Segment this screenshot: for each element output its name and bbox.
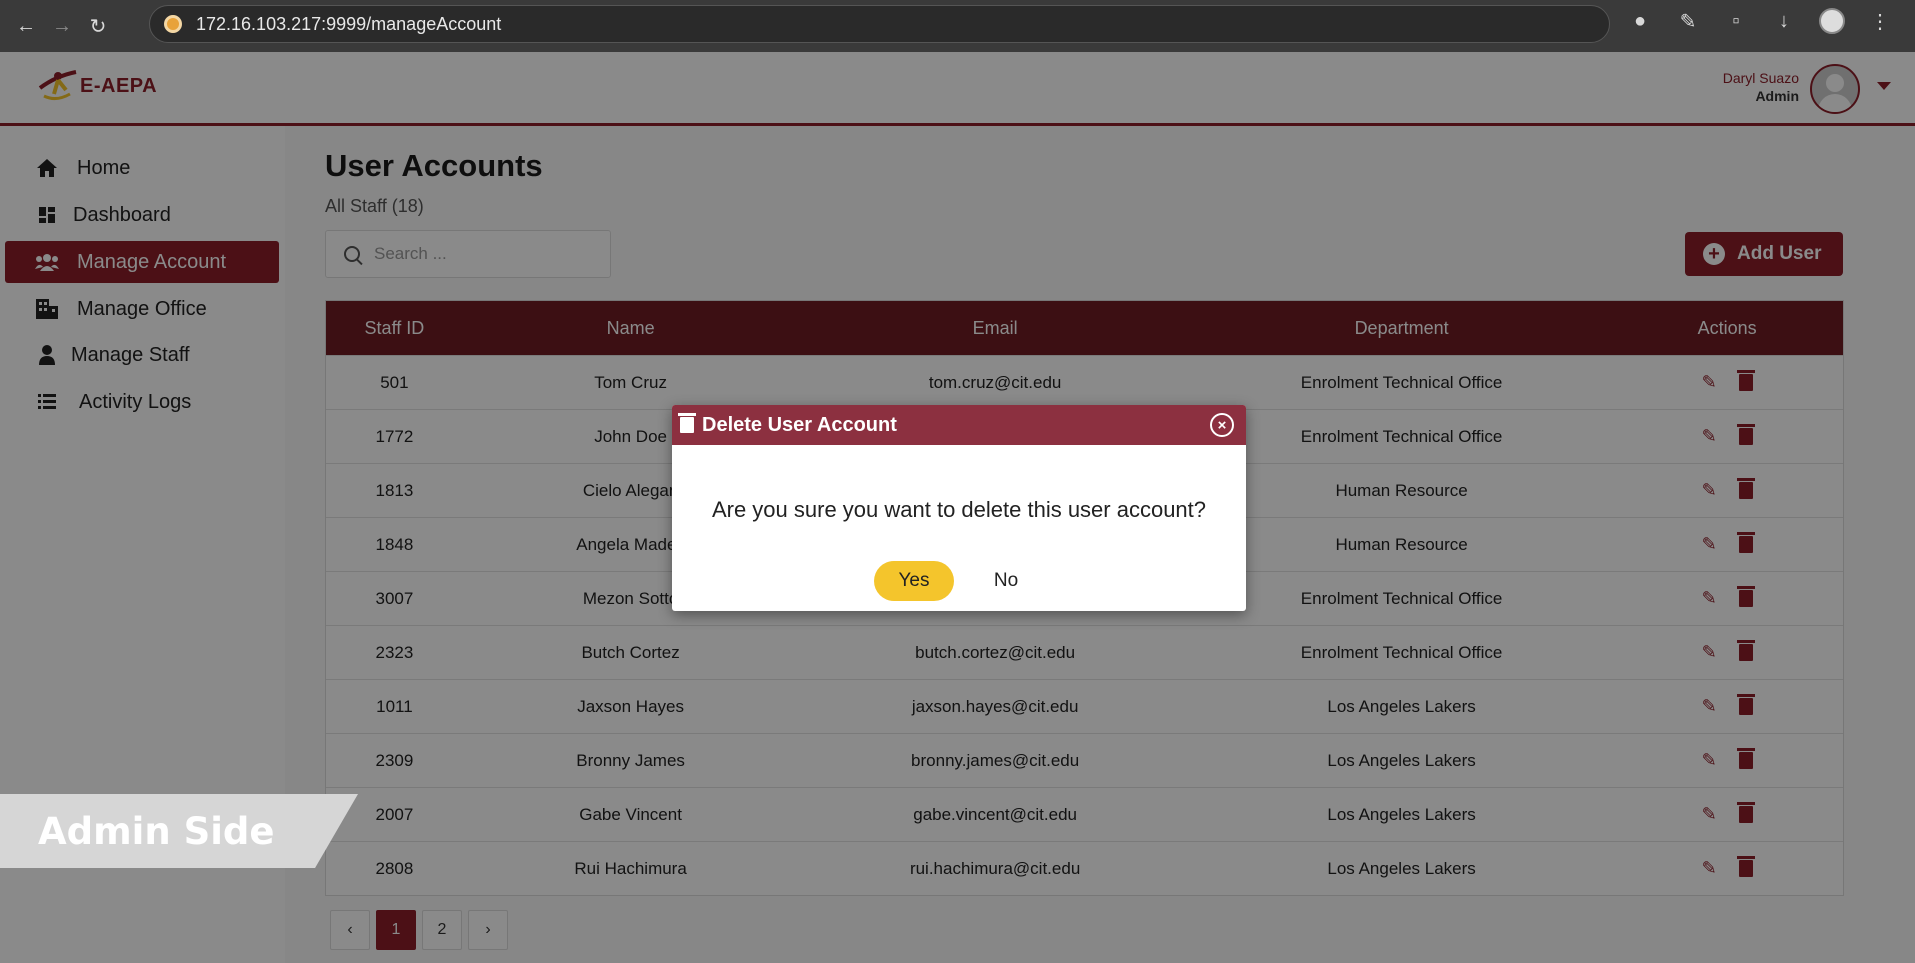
forward-arrow-icon[interactable]: → bbox=[44, 8, 80, 44]
admin-side-banner: Admin Side bbox=[0, 794, 358, 868]
address-bar[interactable]: 172.16.103.217:9999/manageAccount bbox=[149, 5, 1610, 43]
extension-dot-icon[interactable]: ● bbox=[1627, 8, 1653, 34]
dialog-title: Delete User Account bbox=[702, 413, 897, 436]
yes-button[interactable]: Yes bbox=[874, 561, 954, 601]
url-text: 172.16.103.217:9999/manageAccount bbox=[196, 13, 502, 34]
trash-icon bbox=[678, 413, 696, 433]
download-icon[interactable]: ↓ bbox=[1771, 8, 1797, 34]
reload-icon[interactable]: ↻ bbox=[80, 8, 116, 44]
browser-toolbar: ← → ↻ 172.16.103.217:9999/manageAccount … bbox=[0, 0, 1915, 52]
profile-avatar-icon[interactable] bbox=[1819, 8, 1845, 34]
puzzle-extensions-icon[interactable]: ▫ bbox=[1723, 8, 1749, 34]
back-arrow-icon[interactable]: ← bbox=[8, 8, 44, 44]
menu-kebab-icon[interactable]: ⋮ bbox=[1867, 8, 1893, 34]
eyedropper-icon[interactable]: ✎ bbox=[1675, 8, 1701, 34]
dialog-header: Delete User Account × bbox=[672, 405, 1246, 445]
delete-user-dialog: Delete User Account × Are you sure you w… bbox=[672, 405, 1246, 611]
dialog-message: Are you sure you want to delete this use… bbox=[711, 497, 1207, 522]
banner-text: Admin Side bbox=[38, 809, 275, 853]
close-icon[interactable]: × bbox=[1210, 413, 1234, 437]
no-button[interactable]: No bbox=[976, 561, 1036, 601]
site-info-icon[interactable] bbox=[164, 15, 182, 33]
